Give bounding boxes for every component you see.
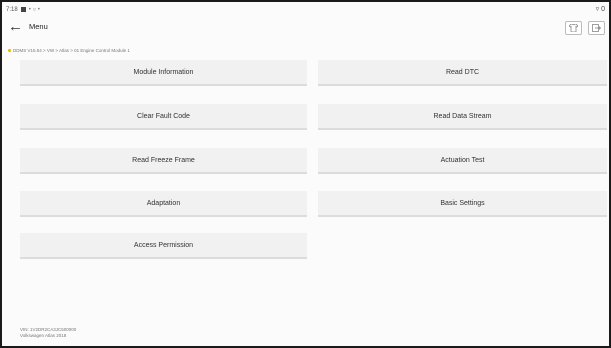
read-dtc-button[interactable]: Read DTC (318, 60, 607, 86)
shirt-icon-button[interactable] (565, 21, 582, 35)
breadcrumb-dot-icon (8, 49, 11, 52)
back-arrow-icon[interactable]: ← (8, 19, 23, 34)
exit-icon-button[interactable] (588, 21, 605, 35)
clear-fault-code-button[interactable]: Clear Fault Code (20, 104, 307, 130)
vehicle-info: VIN: 1V2DR2CA3JC500000 Volkswagen Atlas … (20, 327, 76, 339)
actuation-test-button[interactable]: Actuation Test (318, 148, 607, 174)
basic-settings-button[interactable]: Basic Settings (318, 191, 607, 217)
notification-icon (20, 7, 26, 12)
read-data-stream-button[interactable]: Read Data Stream (318, 104, 607, 130)
adaptation-button[interactable]: Adaptation (20, 191, 307, 217)
wifi-battery-status: ▿ 0 (595, 6, 605, 13)
app-header: ← Menu (2, 16, 609, 42)
app-frame: 7:18 • ○ • ▿ 0 ← Menu DDMS V15.54 > VW >… (0, 0, 611, 348)
page-title: Menu (29, 22, 48, 31)
status-time: 7:18 (6, 6, 18, 13)
module-information-button[interactable]: Module Information (20, 60, 307, 86)
access-permission-button[interactable]: Access Permission (20, 233, 307, 259)
breadcrumb: DDMS V15.54 > VW > Atlas > 01 Engine Con… (8, 48, 130, 53)
vehicle-model-text: Volkswagen Atlas 2018 (20, 333, 67, 338)
breadcrumb-text: DDMS V15.54 > VW > Atlas > 01 Engine Con… (13, 48, 130, 53)
read-freeze-frame-button[interactable]: Read Freeze Frame (20, 148, 307, 174)
status-bar: 7:18 • ○ • (6, 5, 40, 14)
exit-icon (592, 24, 601, 32)
shirt-icon (569, 24, 578, 32)
status-icons: • ○ • (28, 6, 40, 13)
